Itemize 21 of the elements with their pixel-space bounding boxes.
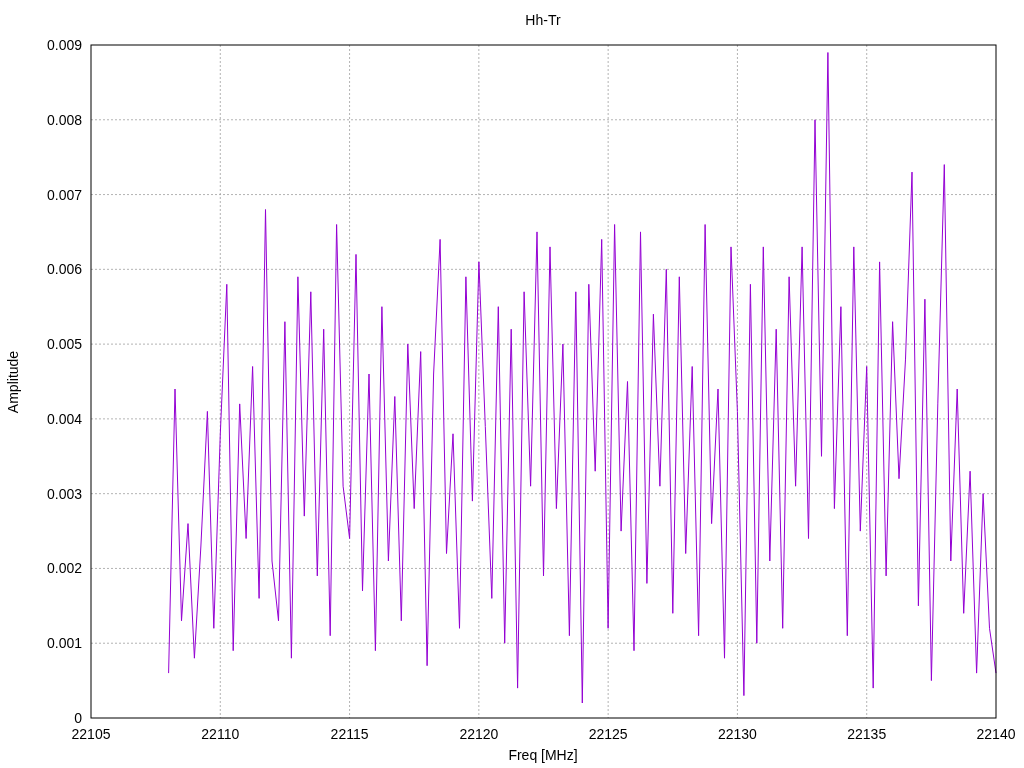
x-tick-label: 22110 [201,726,240,742]
y-tick-label: 0.001 [46,635,82,652]
x-tick-label: 22125 [588,726,628,742]
x-tick-label: 22105 [71,726,111,742]
x-tick-label: 22140 [976,726,1016,742]
y-tick-label: 0.007 [46,186,82,203]
y-tick-label: 0.006 [46,261,82,278]
y-tick-label: 0.005 [46,336,82,353]
y-tick-label: 0.002 [46,560,82,577]
x-tick-label: 22120 [459,726,499,742]
y-tick-label: 0.004 [46,410,82,427]
y-tick-label: 0 [74,710,82,726]
x-tick-label: 22130 [717,726,757,742]
x-tick-label: 22115 [330,726,369,742]
y-tick-label: 0.003 [46,485,82,502]
y-tick-label: 0.009 [46,37,82,53]
y-tick-label: 0.008 [46,111,82,128]
x-tick-label: 22135 [847,726,887,742]
x-axis-label: Freq [MHz] [508,747,578,763]
chart-title: Hh-Tr [525,12,561,28]
y-axis-label: Amplitude [5,350,21,414]
